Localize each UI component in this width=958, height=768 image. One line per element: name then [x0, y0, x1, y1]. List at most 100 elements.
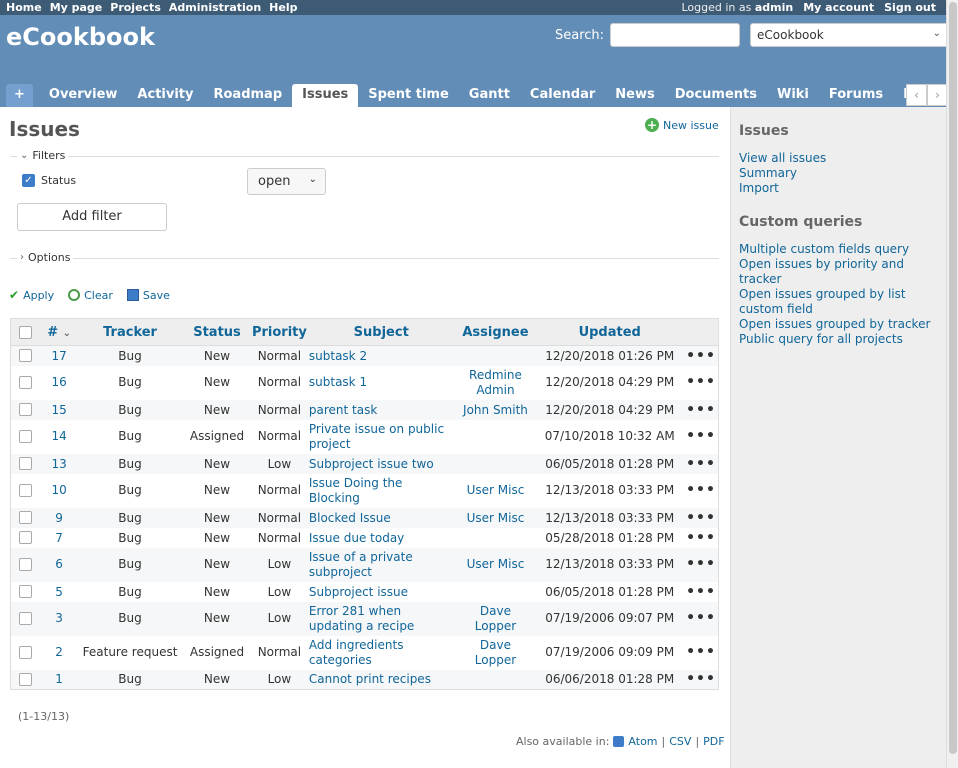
top-link-projects[interactable]: Projects	[110, 1, 161, 14]
tab-news[interactable]: News	[605, 84, 664, 107]
top-link-sign-out[interactable]: Sign out	[884, 1, 936, 14]
custom-query-link[interactable]: Public query for all projects	[739, 332, 938, 347]
table-row[interactable]: 13 Bug New Low Subproject issue two 06/05/201…	[10, 453, 719, 474]
row-checkbox[interactable]	[19, 457, 33, 470]
more-icon[interactable]: •••	[686, 556, 716, 572]
issue-id-value[interactable]: 14	[51, 429, 66, 443]
col-priority[interactable]: Priority	[251, 318, 307, 346]
scrollbar-thumb[interactable]	[949, 2, 957, 754]
more-icon[interactable]: •••	[686, 482, 716, 498]
options-legend[interactable]: › Options	[17, 251, 74, 264]
assignee-value[interactable]: User Misc	[467, 483, 525, 498]
more-icon[interactable]: •••	[686, 348, 716, 364]
new-issue-link[interactable]: + New issue	[645, 118, 719, 132]
tab-calendar[interactable]: Calendar	[520, 84, 605, 107]
row-checkbox[interactable]	[19, 585, 33, 598]
row-checkbox[interactable]	[19, 403, 33, 416]
subject-value[interactable]: Cannot print recipes	[309, 672, 431, 686]
subject-value[interactable]: Blocked Issue	[309, 511, 391, 525]
status-filter-checkbox[interactable]: ✓	[22, 174, 35, 187]
table-row[interactable]: 10 Bug New Normal Issue Doing the Blocking Us…	[10, 473, 719, 508]
save-button[interactable]: Save	[126, 289, 170, 302]
apply-button[interactable]: ✔ Apply	[9, 288, 54, 302]
clear-label[interactable]: Clear	[84, 289, 113, 302]
issue-id-value[interactable]: 7	[55, 531, 63, 545]
col-id[interactable]: # ⌄	[40, 318, 78, 346]
tab-issues[interactable]: Issues	[292, 84, 359, 107]
project-jump-select[interactable]: eCookbook ⌄	[750, 23, 951, 47]
apply-label[interactable]: Apply	[23, 289, 54, 302]
row-checkbox[interactable]	[19, 349, 33, 363]
subject-value[interactable]: subtask 1	[309, 375, 367, 390]
subject-value[interactable]: Subproject issue two	[309, 457, 434, 471]
subject-value[interactable]: subtask 2	[309, 349, 367, 363]
assignee-value[interactable]: Redmine Admin	[459, 368, 531, 398]
row-checkbox[interactable]	[19, 558, 33, 571]
more-icon[interactable]: •••	[686, 402, 716, 418]
tab-gantt[interactable]: Gantt	[459, 84, 520, 107]
page-scrollbar[interactable]	[946, 0, 958, 768]
table-row[interactable]: 16 Bug New Normal subtask 1 Redmine Admin 12/2…	[10, 365, 719, 400]
assignee-value[interactable]: User Misc	[467, 511, 525, 525]
issue-id-value[interactable]: 13	[51, 457, 66, 471]
table-row[interactable]: 5 Bug New Low Subproject issue 06/05/2018 01:…	[10, 581, 719, 602]
issue-id-value[interactable]: 1	[55, 672, 63, 686]
more-icon[interactable]: •••	[686, 510, 716, 526]
top-link-my-page[interactable]: My page	[50, 1, 103, 14]
col-id-label[interactable]: #	[47, 325, 58, 340]
assignee-value[interactable]: Dave Lopper	[459, 604, 531, 634]
filters-legend[interactable]: ⌄ Filters	[17, 149, 69, 162]
col-tracker[interactable]: Tracker	[77, 318, 183, 346]
new-object-button[interactable]: +	[6, 84, 33, 107]
more-icon[interactable]: •••	[686, 374, 716, 390]
subject-value[interactable]: Error 281 when updating a recipe	[309, 604, 449, 634]
issue-id-value[interactable]: 15	[51, 403, 66, 417]
row-checkbox[interactable]	[19, 646, 33, 659]
issue-id-value[interactable]: 17	[51, 349, 66, 363]
top-link-help[interactable]: Help	[269, 1, 297, 14]
issue-id-value[interactable]: 9	[55, 511, 63, 525]
custom-query-link[interactable]: Open issues grouped by list custom field	[739, 287, 938, 317]
table-row[interactable]: 3 Bug New Low Error 281 when updating a reci…	[10, 601, 719, 636]
more-icon[interactable]: •••	[686, 644, 716, 660]
chevron-right-icon[interactable]: ›	[927, 84, 948, 106]
tab-roadmap[interactable]: Roadmap	[203, 84, 292, 107]
issue-id-value[interactable]: 5	[55, 585, 63, 599]
new-issue-label[interactable]: New issue	[663, 119, 719, 132]
top-link-my-account[interactable]: My account	[803, 1, 874, 14]
tab-overview[interactable]: Overview	[39, 84, 128, 107]
format-pdf-link[interactable]: PDF	[703, 735, 724, 748]
logged-in-user[interactable]: admin	[755, 1, 793, 14]
subject-value[interactable]: Subproject issue	[309, 585, 408, 599]
status-operator-select[interactable]: open ⌄	[247, 168, 326, 195]
row-checkbox[interactable]	[19, 612, 33, 625]
tab-forums[interactable]: Forums	[819, 84, 893, 107]
issue-id-value[interactable]: 2	[55, 645, 63, 659]
assignee-value[interactable]: John Smith	[463, 403, 528, 417]
row-checkbox[interactable]	[19, 430, 33, 443]
subject-value[interactable]: Private issue on public project	[309, 422, 449, 452]
clear-button[interactable]: Clear	[68, 289, 113, 302]
add-filter-select[interactable]: Add filter	[17, 203, 167, 231]
tab-activity[interactable]: Activity	[127, 84, 203, 107]
more-icon[interactable]: •••	[686, 671, 716, 687]
assignee-value[interactable]: User Misc	[467, 557, 525, 572]
more-icon[interactable]: •••	[686, 428, 716, 444]
more-icon[interactable]: •••	[686, 610, 716, 626]
col-updated[interactable]: Updated	[535, 318, 685, 346]
table-row[interactable]: 2 Feature request Assigned Normal Add ingred…	[10, 635, 719, 670]
issue-id-value[interactable]: 6	[55, 557, 63, 571]
row-checkbox[interactable]	[19, 376, 33, 389]
table-row[interactable]: 17 Bug New Normal subtask 2 12/20/2018 01:26 …	[10, 345, 719, 366]
subject-value[interactable]: Add ingredients categories	[309, 638, 449, 668]
table-row[interactable]: 15 Bug New Normal parent task John Smith 12/20…	[10, 399, 719, 420]
table-row[interactable]: 9 Bug New Normal Blocked Issue User Misc 12/13…	[10, 507, 719, 528]
row-checkbox[interactable]	[19, 531, 33, 544]
top-link-home[interactable]: Home	[6, 1, 42, 14]
issue-id-value[interactable]: 10	[51, 483, 66, 497]
col-subject[interactable]: Subject	[306, 318, 456, 346]
tab-wiki[interactable]: Wiki	[767, 84, 819, 107]
table-row[interactable]: 1 Bug New Low Cannot print recipes 06/06/2018…	[10, 669, 719, 690]
select-all-checkbox[interactable]	[19, 325, 33, 339]
subject-value[interactable]: Issue of a private subproject	[309, 550, 449, 580]
